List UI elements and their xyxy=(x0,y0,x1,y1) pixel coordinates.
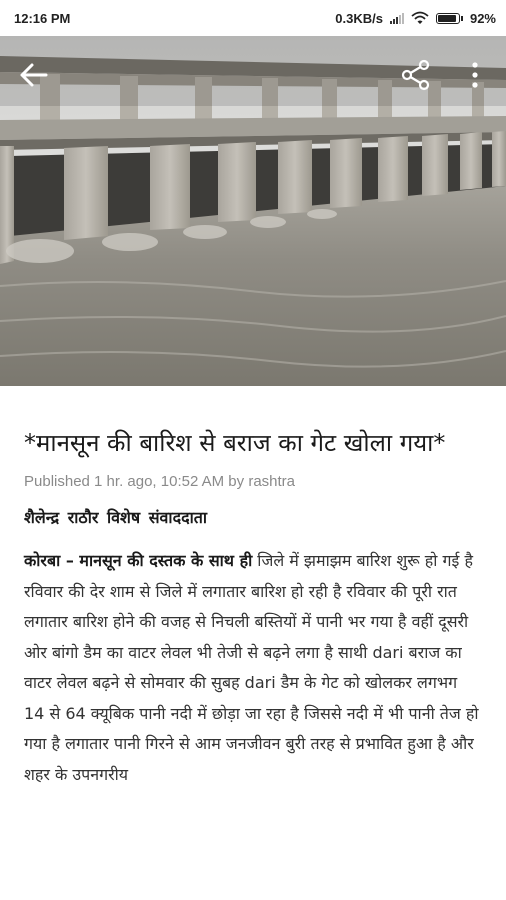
article-content: *मानसून की बारिश से बराज का गेट खोला गया… xyxy=(0,386,506,806)
back-arrow-icon[interactable] xyxy=(12,54,54,96)
status-bar: 12:16 PM 0.3KB/s 92% xyxy=(0,0,506,36)
more-vertical-icon[interactable] xyxy=(460,56,490,96)
network-speed: 0.3KB/s xyxy=(335,10,383,26)
article-byline: शैलेन्द्र राठौर विशेष संवाददाता xyxy=(24,508,207,527)
wifi-icon xyxy=(411,11,429,24)
status-icons: 0.3KB/s 92% xyxy=(335,11,496,26)
article-body: कोरबा – मानसून की दस्तक के साथ ही जिले म… xyxy=(24,546,482,790)
signal-icon xyxy=(389,12,404,24)
share-icon[interactable] xyxy=(396,56,436,96)
published-info: Published 1 hr. ago, 10:52 AM by rashtra xyxy=(24,473,296,490)
battery-percent: 92% xyxy=(469,10,496,26)
article-headline: *मानसून की बारिश से बराज का गेट खोला गया… xyxy=(24,429,446,457)
battery-icon xyxy=(435,12,463,24)
status-time: 12:16 PM xyxy=(14,10,71,26)
article-lead: कोरबा – मानसून की दस्तक के साथ ही xyxy=(24,551,253,570)
article-body-text: जिले में झमाझम बारिश शुरू हो गई है रविवा… xyxy=(24,551,479,784)
